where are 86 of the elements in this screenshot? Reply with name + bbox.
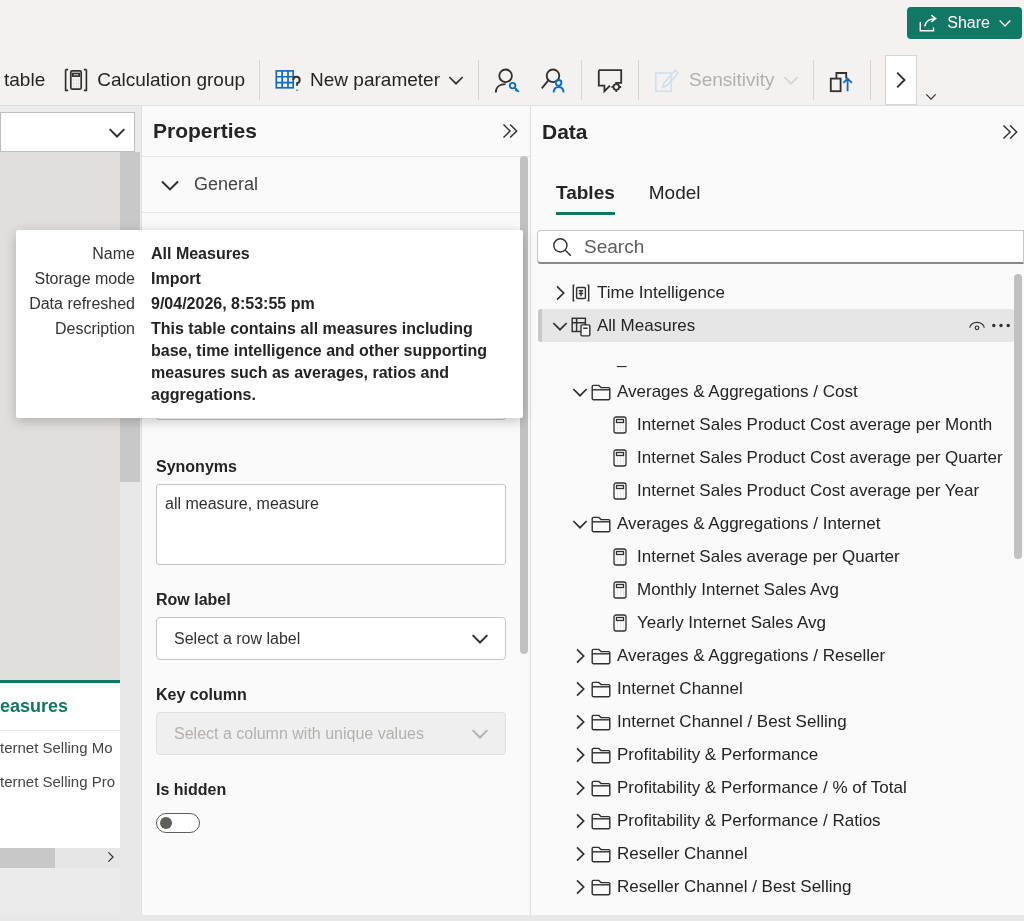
page-dropdown[interactable] [0,112,135,152]
search-field[interactable]: Search [537,230,1024,264]
calculator-icon [610,480,630,501]
dropdown[interactable]: Select a row label [156,617,506,661]
tab[interactable]: Tables [556,179,615,215]
tooltip-value: This table contains all measures including base, time intelligence and other supporting measures such as averages, ratios and aggregations. [151,319,489,405]
tree-item[interactable]: Reseller Channel / Best Selling [538,870,1014,903]
more-icon [992,323,1010,328]
caret-icon [782,75,799,85]
table-cell-text: ternet Selling Pro [0,772,117,792]
chevron-icon [575,746,585,763]
tooltip-value: All Measures [151,244,251,264]
panel-title: Properties [153,119,257,143]
tree-item[interactable]: Internet Sales Product Cost average per Month [538,408,1014,441]
ribbon-button[interactable]: table [0,65,50,95]
tree-item[interactable]: Internet Sales average per Quarter [538,540,1014,573]
tag-pencil-icon [652,66,681,94]
toggle-switch[interactable] [156,813,200,833]
chevron-icon [575,845,585,862]
comment-gear-icon [595,66,624,94]
chevron-icon [107,851,114,863]
chevron-icon [572,518,588,529]
tree-item[interactable]: Internet Sales Product Cost average per Year [538,474,1014,507]
tooltip-label: Data refreshed [28,294,135,314]
tree-item[interactable]: Time Intelligence [538,276,1014,309]
tooltip-label: Description [53,319,135,339]
chevron-icon [160,178,180,191]
tooltip-label: Storage mode [33,269,135,289]
calculator-icon [610,579,630,600]
tooltip-label: Name [91,244,135,264]
tooltip-value: Import [151,269,202,289]
tree-item[interactable]: _ [538,342,1014,375]
tree-item[interactable]: Averages & Aggregations / Cost [538,375,1014,408]
tree-item[interactable]: Profitability & Performance / Ratios [538,804,1014,837]
tab[interactable]: Model [648,179,701,215]
search-icon [551,236,573,258]
chevron-icon [895,71,906,89]
chevron-icon [471,728,489,740]
field-label: Is hidden [156,781,228,800]
field-label: Row label [156,591,232,610]
chevron-icon [575,680,585,697]
tree-item[interactable]: Averages & Aggregations / Reseller [538,639,1014,672]
caret-icon [447,75,464,85]
share-button[interactable]: Share [907,7,1022,39]
chevron-icon [552,320,568,331]
chevron-icon [575,878,585,895]
tree-item[interactable]: Reseller Channel [538,837,1014,870]
calculator-icon [610,546,630,567]
calculator-icon [63,67,90,93]
person-key-icon [492,66,521,94]
table-cell-text: ternet Selling Mo [0,738,114,758]
tree-item[interactable]: Monthly Internet Sales Avg [538,573,1014,606]
chevron-icon [998,19,1012,27]
field-label: Synonyms [156,458,238,477]
chevron-icon [572,386,588,397]
horizontal-scrollbar[interactable] [0,848,120,868]
synonyms-field[interactable]: all measure, measure [156,484,506,566]
calculator-icon [610,447,630,468]
chevron-icon [575,812,585,829]
panel-title: Data [542,119,588,144]
tooltip-value: 9/04/2026, 8:53:55 pm [151,294,316,314]
calculator-icon [610,414,630,435]
chevron-icon [108,126,126,138]
tree-item[interactable]: Profitability & Performance / % of Total [538,771,1014,804]
field-label: Key column [156,686,248,705]
chevron-icon [555,284,565,301]
tree-item[interactable]: Averages & Aggregations / Internet [538,507,1014,540]
calculator-icon [610,612,630,633]
chevron-icon [471,633,489,645]
chevron-icon [575,647,585,664]
tree-item[interactable]: Internet Channel [538,672,1014,705]
ribbon-scroll-button[interactable] [884,55,917,105]
chevron-icon [924,93,937,100]
scrollbar[interactable] [1014,274,1022,559]
visual-title: easures [0,696,69,717]
tree-item[interactable]: Internet Sales Product Cost average per Quarter [538,441,1014,474]
share-icon [917,12,940,34]
chevron-icon [575,713,585,730]
person-search-icon [538,66,567,94]
ribbon-button[interactable]: New parameter [270,63,468,97]
tree-item[interactable]: Yearly Internet Sales Avg [538,606,1014,639]
tree-item[interactable]: Profitability & Performance [538,738,1014,771]
tree-item[interactable]: All Measures [538,309,1014,342]
chevron-icon [575,779,585,796]
ribbon-button[interactable]: Calculation group [59,63,250,97]
tree-item[interactable]: Internet Channel / Best Selling [538,705,1014,738]
